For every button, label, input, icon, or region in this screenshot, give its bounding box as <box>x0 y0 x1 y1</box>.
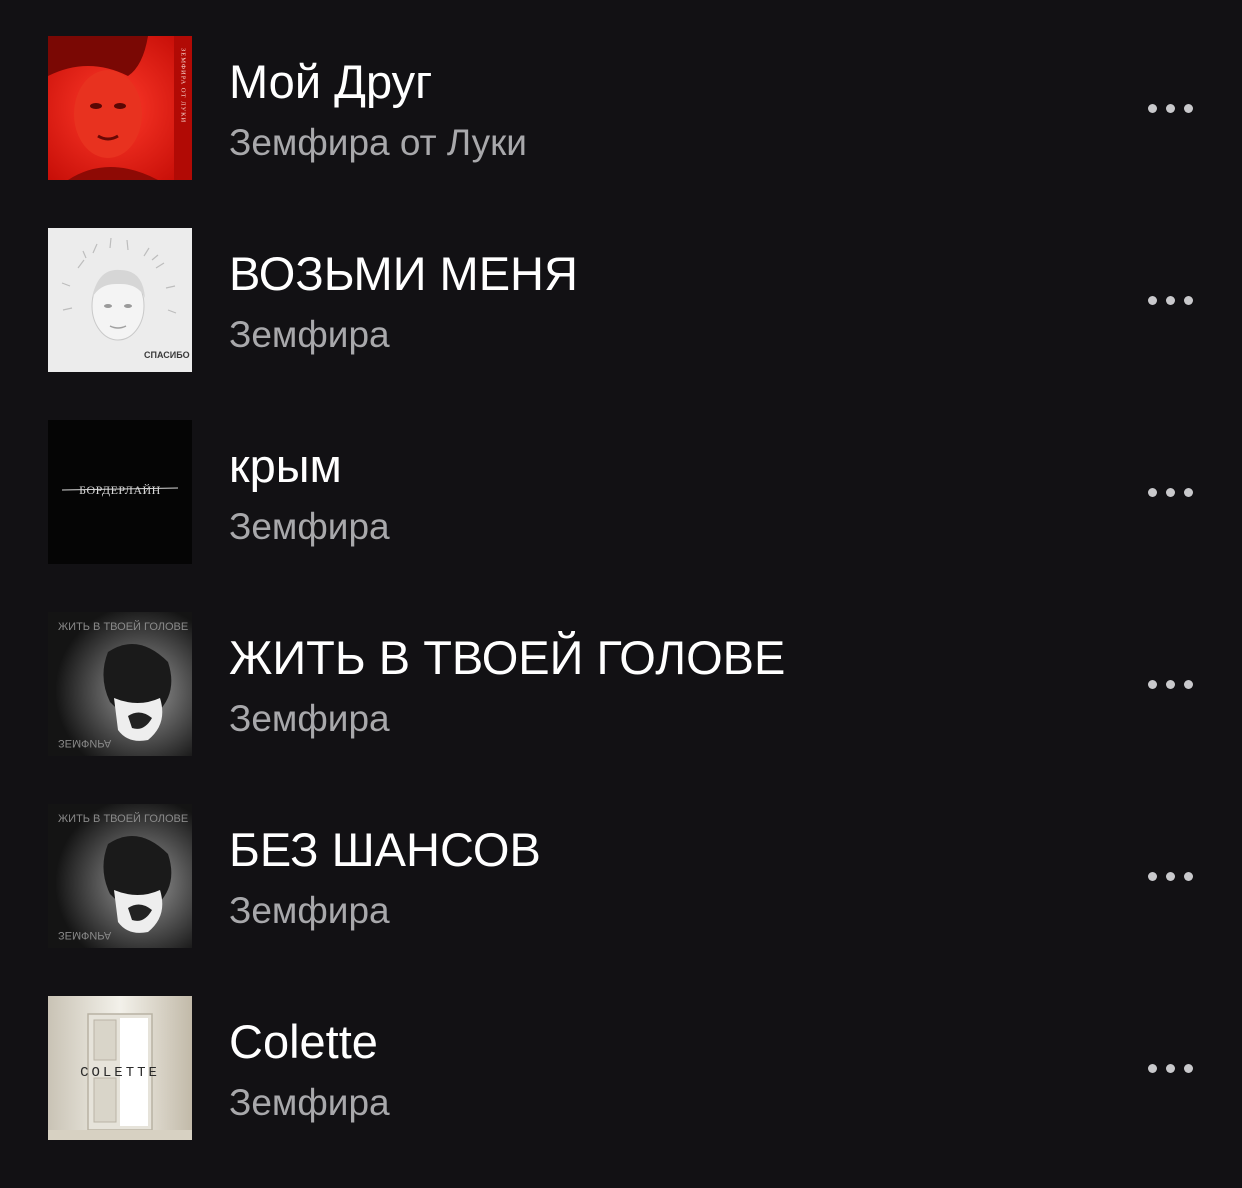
track-artist: Земфира от Луки <box>229 122 527 163</box>
track-title: крым <box>229 439 342 492</box>
album-cover-zhit-v-tvoey-golove: ЖИТЬ В ТВОЕЙ ГОЛОВЕ ЗЕМФИРА <box>48 612 192 756</box>
track-artist: Земфира <box>229 506 390 547</box>
more-options-button[interactable] <box>1136 664 1204 704</box>
more-options-button[interactable] <box>1136 1048 1204 1088</box>
cover-text-bottom: ЗЕМФИРА <box>58 737 112 749</box>
album-cover-zhit-v-tvoey-golove: ЖИТЬ В ТВОЕЙ ГОЛОВЕ ЗЕМФИРА <box>48 804 192 948</box>
more-options-button[interactable] <box>1136 280 1204 320</box>
more-horizontal-icon <box>1147 487 1157 497</box>
track-row[interactable]: ЗЕМФИРА ОТ ЛУКИ Мой Друг Земфира от Луки <box>0 36 1242 180</box>
track-title: ЖИТЬ В ТВОЕЙ ГОЛОВЕ <box>229 631 786 684</box>
album-cover-colette: COLETTE <box>48 996 192 1140</box>
more-horizontal-icon <box>1147 103 1157 113</box>
track-list: ЗЕМФИРА ОТ ЛУКИ Мой Друг Земфира от Луки <box>0 36 1242 1188</box>
track-row[interactable]: COLETTE Colette Земфира <box>0 996 1242 1140</box>
track-artist: Земфира <box>229 314 390 355</box>
cover-text: ЖИТЬ В ТВОЕЙ ГОЛОВЕ <box>58 620 188 633</box>
more-horizontal-icon <box>1147 1063 1157 1073</box>
album-cover-spasibo: СПАСИБО <box>48 228 192 372</box>
track-title: ВОЗЬМИ МЕНЯ <box>229 247 578 300</box>
track-artist: Земфира <box>229 1082 390 1123</box>
track-title: Мой Друг <box>229 55 433 108</box>
track-row[interactable]: ЖИТЬ В ТВОЕЙ ГОЛОВЕ ЗЕМФИРА ЖИТЬ В ТВОЕЙ… <box>0 612 1242 756</box>
cover-text: COLETTE <box>80 1065 160 1081</box>
more-options-button[interactable] <box>1136 856 1204 896</box>
more-horizontal-icon <box>1147 295 1157 305</box>
track-title: Colette <box>229 1015 378 1068</box>
cover-text: СПАСИБО <box>144 350 190 360</box>
more-options-button[interactable] <box>1136 88 1204 128</box>
cover-text: ЖИТЬ В ТВОЕЙ ГОЛОВЕ <box>58 812 188 825</box>
track-row[interactable]: ЖИТЬ В ТВОЕЙ ГОЛОВЕ ЗЕМФИРА БЕЗ ШАНСОВ З… <box>0 804 1242 948</box>
cover-text: БОРДЕРЛАЙН <box>79 483 161 497</box>
track-row[interactable]: СПАСИБО ВОЗЬМИ МЕНЯ Земфира <box>0 228 1242 372</box>
track-title: БЕЗ ШАНСОВ <box>229 823 541 876</box>
track-artist: Земфира <box>229 698 390 739</box>
album-cover-borderline: БОРДЕРЛАЙН <box>48 420 192 564</box>
track-row[interactable]: БОРДЕРЛАЙН крым Земфира <box>0 420 1242 564</box>
more-options-button[interactable] <box>1136 472 1204 512</box>
cover-text: ЗЕМФИРА ОТ ЛУКИ <box>180 48 187 123</box>
more-horizontal-icon <box>1147 679 1157 689</box>
more-horizontal-icon <box>1147 871 1157 881</box>
album-cover-red-portrait: ЗЕМФИРА ОТ ЛУКИ <box>48 36 192 180</box>
track-artist: Земфира <box>229 890 390 931</box>
cover-text-bottom: ЗЕМФИРА <box>58 929 112 941</box>
